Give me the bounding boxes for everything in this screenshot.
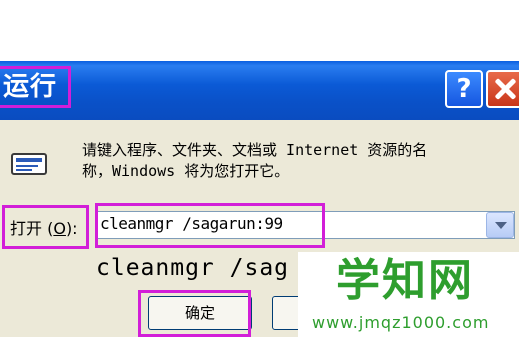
title-highlight-box: [0, 66, 71, 108]
enlarged-command-text: cleanmgr /sag: [96, 255, 290, 281]
instruction-line-2: 称，Windows 将为您打开它。: [82, 162, 290, 180]
run-icon: [11, 153, 47, 175]
title-bar[interactable]: [0, 61, 519, 120]
watermark-url: www.jmqz1000.com: [312, 313, 490, 332]
close-button[interactable]: [486, 70, 519, 108]
chevron-down-icon[interactable]: [486, 212, 514, 238]
ok-highlight-box: [138, 290, 251, 337]
instruction-line-1: 请键入程序、文件夹、文档或 Internet 资源的名: [82, 141, 428, 159]
screenshot: 运行 ? 请键入程序、文件夹、文档或 Internet 资源的名 称，Windo…: [0, 0, 519, 337]
help-button[interactable]: ?: [445, 70, 483, 108]
open-label-highlight-box: [2, 205, 89, 249]
watermark-brand: 学知网: [336, 255, 474, 306]
command-highlight-box: [95, 203, 325, 248]
instruction-text: 请键入程序、文件夹、文档或 Internet 资源的名 称，Windows 将为…: [82, 140, 512, 182]
help-icon: ?: [456, 74, 472, 104]
